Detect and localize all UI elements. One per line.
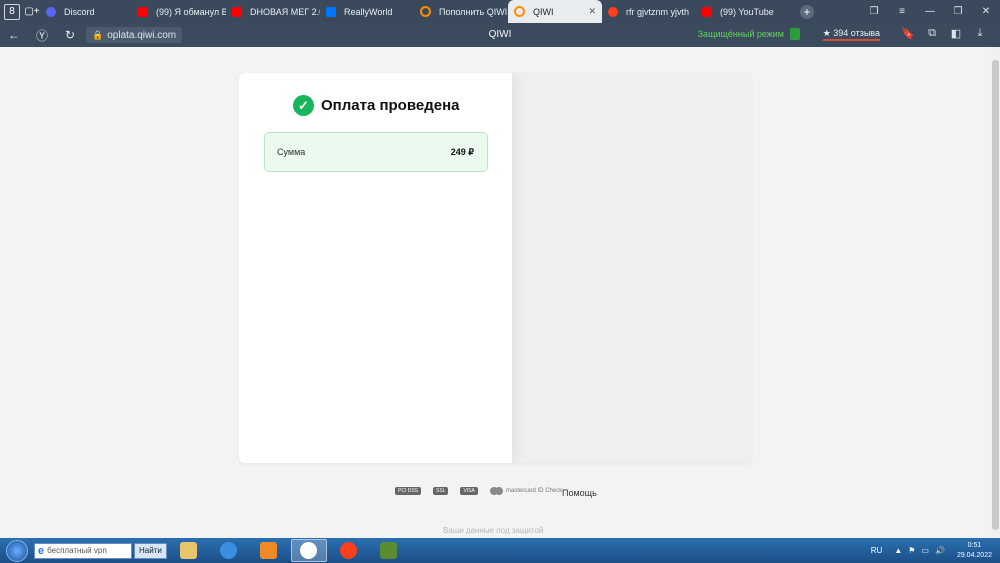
protect-mode-label: Защищённый режим — [697, 29, 784, 39]
tab-youtube-3[interactable]: (99) YouTube — [696, 0, 790, 23]
sum-box: Сумма 249 ₽ — [264, 132, 488, 172]
minimize-icon[interactable]: — — [916, 6, 944, 17]
tab-discord[interactable]: Discord — [40, 0, 132, 23]
close-window-icon[interactable]: ✕ — [972, 6, 1000, 17]
check-icon: ✓ — [293, 95, 314, 116]
tab-youtube-2[interactable]: DНОВАЯ МЕГ 2.0 — [226, 0, 320, 23]
network-icon[interactable]: ▭ — [921, 546, 929, 555]
tab-reallyworld[interactable]: ReallyWorld — [320, 0, 414, 23]
address-bar: ← Ⓨ ↻ 🔒 oplata.qiwi.com QIWI Защищённый … — [0, 23, 1000, 47]
tab-youtube-1[interactable]: (99) Я обманул ВБ — [132, 0, 226, 23]
toolbar-icons: 🔖 ⧉ ◧ ⤓ — [896, 27, 992, 40]
new-tab-button[interactable]: + — [800, 4, 814, 19]
vk-icon — [326, 6, 336, 17]
payment-card: ✓ Оплата проведена Сумма 249 ₽ — [239, 73, 751, 463]
tab-label: (99) Я обманул ВБ — [156, 6, 226, 17]
reviews-badge[interactable]: ★ 394 отзыва — [822, 28, 880, 41]
scrollbar[interactable] — [991, 47, 1000, 538]
yandex-browser-app[interactable] — [290, 539, 327, 562]
media-app[interactable] — [251, 539, 287, 562]
restore-icon[interactable]: ❐ — [944, 6, 972, 17]
yandex-icon — [340, 542, 358, 559]
reviews-label: 394 отзыва — [833, 28, 880, 38]
help-link[interactable]: Помощь — [562, 488, 597, 498]
protect-mode[interactable]: Защищённый режим — [698, 28, 800, 40]
lock-icon: 🔒 — [92, 29, 104, 40]
explorer-app[interactable] — [171, 539, 207, 562]
tab-manager-icon[interactable]: 8 — [4, 3, 20, 20]
reload-icon[interactable]: ↻ — [56, 28, 84, 42]
tab-yandex-search[interactable]: rfr gjvtznm yjvth — [602, 0, 696, 23]
flag-icon[interactable]: ⚑ — [908, 546, 915, 555]
ie-app[interactable] — [211, 539, 247, 562]
sum-label: Сумма — [277, 147, 306, 157]
clock-date: 29.04.2022 — [956, 551, 992, 559]
ssl-logo: SSL — [433, 487, 450, 495]
taskbar-search: e бесплатный vpn Найти — [34, 542, 167, 559]
system-tray: RU ▲ ⚑ ▭ 🔊 0:51 29.04.2022 — [871, 538, 992, 563]
media-player-icon — [260, 542, 278, 559]
tab-label: DНОВАЯ МЕГ 2.0 — [250, 6, 320, 17]
visa-logo: VISA — [460, 487, 479, 495]
show-hidden-icon[interactable]: ▲ — [894, 546, 902, 555]
payment-result-panel: ✓ Оплата проведена Сумма 249 ₽ — [239, 73, 512, 463]
pci-dss-logo: PCI DSS — [395, 487, 423, 495]
qiwi-icon — [514, 6, 525, 17]
taskbar: e бесплатный vpn Найти RU ▲ ⚑ ▭ 🔊 0:51 2… — [0, 538, 1000, 563]
tab-label: QIWI — [533, 6, 554, 17]
new-window-icon[interactable]: ▢+ — [24, 4, 40, 20]
tab-label: Пополнить QIWI — [439, 6, 508, 17]
window-controls: ❐ ≡ — ❐ ✕ — [860, 0, 1000, 23]
search-text: бесплатный vpn — [47, 546, 107, 555]
ie-icon: e — [38, 544, 45, 557]
secure-text: Ваши данные под защитой — [443, 526, 544, 535]
discord-icon — [46, 6, 56, 17]
back-icon[interactable]: ← — [0, 28, 28, 42]
tab-label: Discord — [64, 6, 95, 17]
success-header: ✓ Оплата проведена — [293, 95, 459, 116]
success-title: Оплата проведена — [321, 97, 460, 114]
clock-time: 0:51 — [967, 541, 982, 549]
start-button[interactable] — [6, 539, 28, 562]
volume-icon[interactable]: 🔊 — [935, 546, 945, 555]
tab-label: rfr gjvtznm yjvth — [626, 6, 690, 17]
bookmark-icon[interactable]: 🔖 — [896, 27, 920, 40]
yandex-browser-icon — [300, 542, 318, 559]
search-go-button[interactable]: Найти — [134, 542, 167, 559]
qiwi-icon — [420, 6, 431, 17]
minecraft-icon — [380, 542, 398, 559]
download-icon[interactable]: ⤓ — [968, 27, 992, 40]
youtube-icon — [232, 6, 242, 17]
menu-icon[interactable]: ≡ — [888, 6, 916, 17]
yandex-home-icon[interactable]: Ⓨ — [28, 27, 56, 44]
tab-label: (99) YouTube — [720, 6, 774, 17]
tabs-icon[interactable]: ❐ — [860, 6, 888, 17]
yandex-icon — [608, 6, 618, 17]
mastercard-logo: mastercard ID Check — [489, 487, 562, 495]
minecraft-app[interactable] — [371, 539, 407, 562]
scrollbar-thumb[interactable] — [992, 60, 999, 530]
collections-icon[interactable]: ⧉ — [920, 27, 944, 40]
youtube-icon — [138, 6, 148, 17]
tab-qiwi[interactable]: QIWI ✕ — [508, 0, 602, 23]
security-logos: PCI DSS SSL VISA mastercard ID Check — [395, 487, 572, 495]
tab-qiwi-topup[interactable]: Пополнить QIWI — [414, 0, 508, 23]
shield-icon — [790, 28, 800, 40]
folder-icon — [180, 542, 198, 559]
page-content: ✓ Оплата проведена Сумма 249 ₽ PCI DSS S… — [0, 47, 1000, 538]
tab-bar: 8 ▢+ Discord (99) Я обманул ВБ DНОВАЯ МЕ… — [0, 0, 1000, 23]
taskbar-search-input[interactable]: e бесплатный vpn — [34, 542, 132, 559]
close-tab-icon[interactable]: ✕ — [588, 6, 596, 17]
language-indicator[interactable]: RU — [871, 546, 883, 555]
internet-explorer-icon — [220, 542, 238, 559]
sum-value: 249 ₽ — [450, 147, 474, 157]
url-text: oplata.qiwi.com — [107, 29, 177, 41]
youtube-icon — [702, 6, 712, 17]
url-field[interactable]: 🔒 oplata.qiwi.com — [86, 27, 183, 43]
yandex-app[interactable] — [331, 539, 367, 562]
extension-icon[interactable]: ◧ — [944, 27, 968, 40]
clock[interactable]: 0:51 29.04.2022 — [957, 541, 992, 561]
tab-label: ReallyWorld — [344, 6, 393, 17]
